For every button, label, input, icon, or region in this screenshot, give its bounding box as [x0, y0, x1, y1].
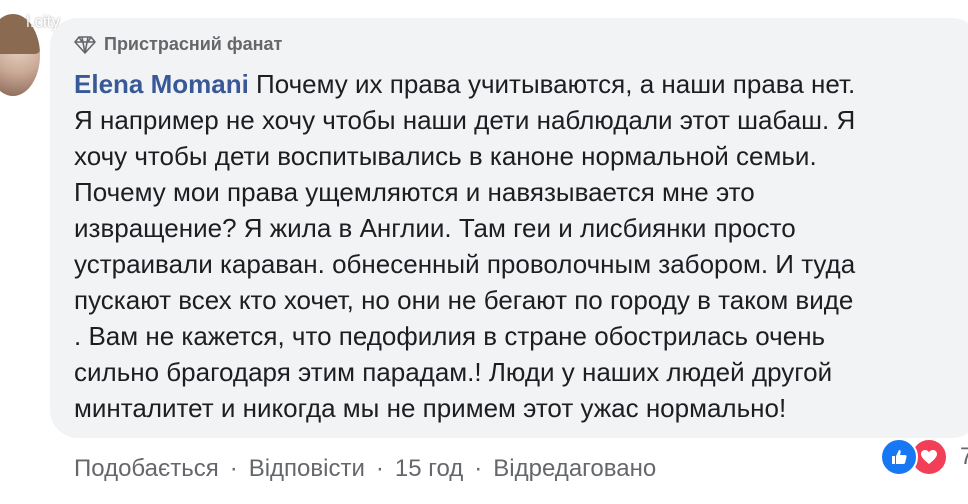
comment-line: устраивали караван. обнесенный проволочн…	[74, 249, 856, 279]
comment-line: Почему мои права ущемляются и навязывает…	[74, 177, 755, 207]
diamond-icon	[74, 35, 96, 54]
edited-label[interactable]: Відредаговано	[493, 455, 656, 483]
timestamp-link[interactable]: 15 год	[395, 455, 463, 483]
like-icon	[880, 438, 918, 476]
fan-badge: Пристрасний фанат	[74, 34, 282, 55]
separator-dot: ·	[474, 455, 483, 482]
comment-actions: Подобається · Відповісти · 15 год · Відр…	[74, 455, 656, 483]
reply-link[interactable]: Відповісти	[249, 455, 365, 483]
comment-author[interactable]: Elena Momani	[74, 69, 249, 99]
comment-line: пускают всех кто хочет, но они не бегают…	[74, 285, 854, 315]
badge-label: Пристрасний фанат	[104, 34, 283, 54]
comment-line: Я например не хочу чтобы наши дети наблю…	[74, 105, 856, 135]
separator-dot: ·	[229, 455, 238, 482]
comment-line: минталитет и никогда мы не примем этот у…	[74, 393, 787, 423]
comment-line: . Вам не кажется, что педофилия в стране…	[74, 321, 826, 351]
reaction-count: 7	[960, 443, 968, 470]
comment-text: Elena Momani Почему их права учитываются…	[74, 66, 968, 426]
comment-line: извращение? Я жила в Англии. Там геи и л…	[74, 213, 796, 243]
reactions-summary[interactable]: 7	[880, 438, 968, 476]
comment-line: сильно брагодаря этим парадам.! Люди у н…	[74, 357, 833, 387]
separator-dot: ·	[375, 455, 384, 482]
comment-line: хочу чтобы дети воспитывались в каноне н…	[74, 141, 817, 171]
like-link[interactable]: Подобається	[74, 455, 219, 483]
comment-first-line: Почему их права учитываются, а наши прав…	[248, 69, 856, 99]
